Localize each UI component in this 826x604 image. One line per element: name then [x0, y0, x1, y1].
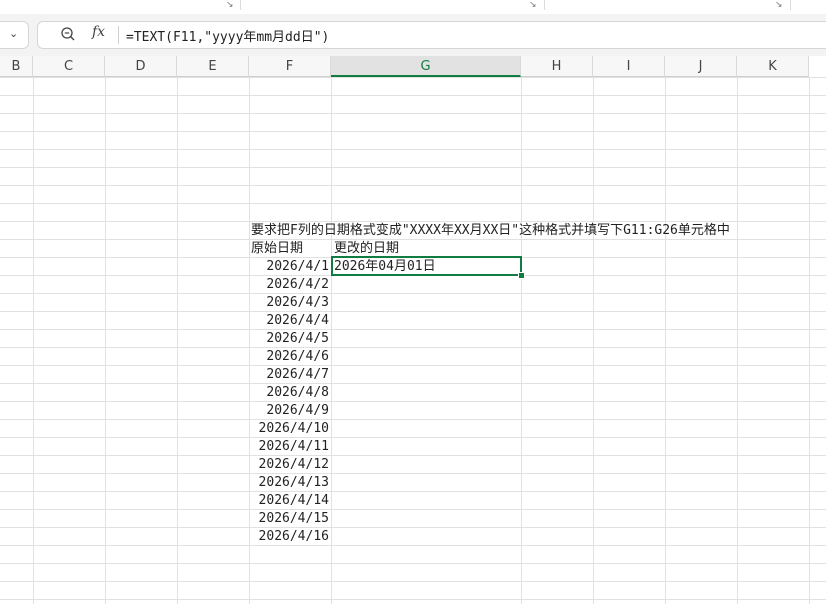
date-cell[interactable]: 2026/4/14 [249, 492, 329, 510]
zoom-icon[interactable] [60, 26, 76, 42]
column-header-j[interactable]: J [665, 56, 737, 77]
ribbon-separator [790, 0, 791, 10]
instruction-cell[interactable]: 要求把F列的日期格式变成"XXXX年XX月XX日"这种格式并填写下G11:G26… [251, 222, 730, 240]
date-cell[interactable]: 2026/4/2 [249, 276, 329, 294]
date-cell[interactable]: 2026/4/16 [249, 528, 329, 546]
column-header-f[interactable]: F [249, 56, 331, 77]
formula-bar-area: ⌄ fx =TEXT(F11,"yyyy年mm月dd日") [0, 14, 826, 56]
column-header-d[interactable]: D [105, 56, 177, 77]
formula-bar[interactable]: fx =TEXT(F11,"yyyy年mm月dd日") [37, 21, 826, 49]
column-header-e[interactable]: E [177, 56, 249, 77]
ribbon-separator [544, 0, 545, 10]
gridlines [0, 77, 826, 604]
worksheet-grid[interactable]: BCDEFGHIJK 要求把F列的日期格式变成"XXXX年XX月XX日"这种格式… [0, 56, 826, 604]
chevron-down-icon: ⌄ [9, 27, 19, 40]
date-cell[interactable]: 2026/4/15 [249, 510, 329, 528]
dialog-launcher-icon[interactable]: ↘ [226, 0, 234, 10]
date-cell[interactable]: 2026/4/9 [249, 402, 329, 420]
ribbon-strip: ↘ ↘ ↘ [0, 0, 826, 15]
column-header-c[interactable]: C [33, 56, 105, 77]
date-cell[interactable]: 2026/4/4 [249, 312, 329, 330]
date-cell[interactable]: 2026/4/3 [249, 294, 329, 312]
column-header-i[interactable]: I [593, 56, 665, 77]
date-cell[interactable]: 2026/4/8 [249, 384, 329, 402]
fill-handle[interactable] [518, 272, 525, 279]
dialog-launcher-icon[interactable]: ↘ [529, 0, 537, 10]
name-box-dropdown[interactable]: ⌄ [0, 21, 29, 49]
formula-separator [118, 26, 119, 44]
date-cell[interactable]: 2026/4/5 [249, 330, 329, 348]
date-cell[interactable]: 2026/4/6 [249, 348, 329, 366]
date-cell[interactable]: 2026/4/12 [249, 456, 329, 474]
dialog-launcher-icon[interactable]: ↘ [775, 0, 783, 10]
date-cell[interactable]: 2026/4/1 [249, 258, 329, 276]
insert-function-icon[interactable]: fx [92, 24, 105, 40]
column-header-k[interactable]: K [737, 56, 809, 77]
date-cell[interactable]: 2026/4/13 [249, 474, 329, 492]
date-cell[interactable]: 2026/4/11 [249, 438, 329, 456]
active-cell-selection[interactable] [331, 256, 522, 276]
date-cell[interactable]: 2026/4/7 [249, 366, 329, 384]
formula-input[interactable]: =TEXT(F11,"yyyy年mm月dd日") [126, 26, 329, 45]
column-header-g[interactable]: G [331, 56, 521, 77]
column-header-b[interactable]: B [0, 56, 33, 77]
header-original-date[interactable]: 原始日期 [251, 240, 303, 258]
date-cell[interactable]: 2026/4/10 [249, 420, 329, 438]
column-header-h[interactable]: H [521, 56, 593, 77]
ribbon-separator [240, 0, 241, 10]
